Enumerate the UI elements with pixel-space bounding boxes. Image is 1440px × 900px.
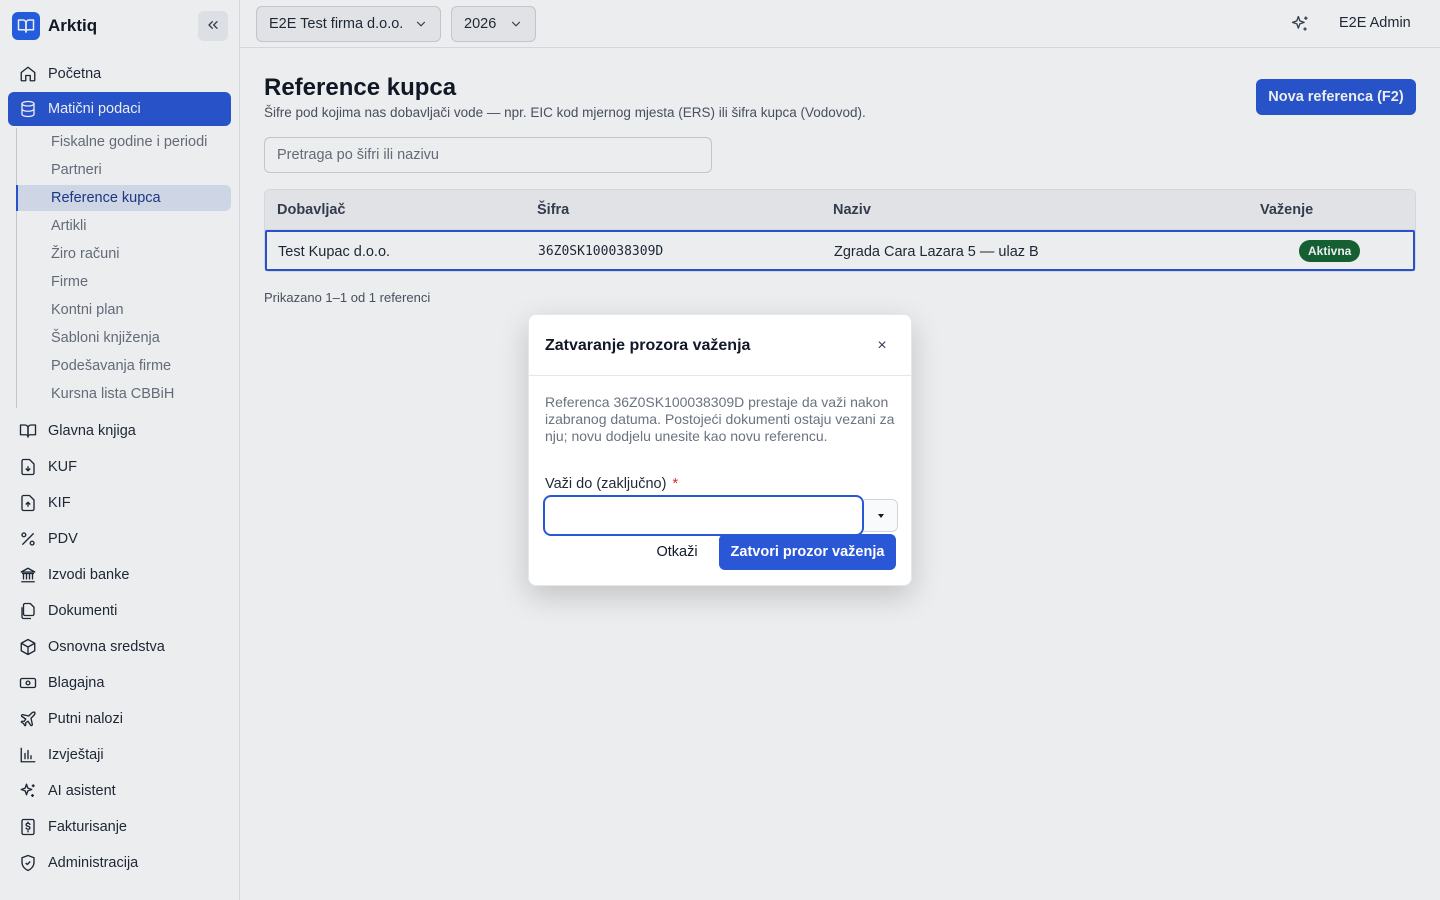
close-validity-dialog: Zatvaranje prozora važenja × Referenca 3…: [528, 314, 912, 586]
dialog-title: Zatvaranje prozora važenja: [545, 337, 751, 354]
dialog-header: Zatvaranje prozora važenja ×: [529, 315, 911, 376]
date-picker-toggle-button[interactable]: [864, 499, 898, 532]
cancel-button[interactable]: Otkaži: [645, 537, 709, 567]
valid-until-label-text: Važi do (zaključno): [545, 476, 667, 492]
caret-down-icon: [877, 513, 884, 518]
close-icon[interactable]: ×: [871, 335, 893, 357]
required-marker: *: [672, 476, 679, 492]
valid-until-label: Važi do (zaključno) *: [545, 476, 678, 492]
valid-until-date-input[interactable]: [543, 495, 864, 536]
dialog-description: Referenca 36Z0SK100038309D prestaje da v…: [545, 394, 895, 444]
close-validity-button[interactable]: Zatvori prozor važenja: [719, 534, 896, 570]
